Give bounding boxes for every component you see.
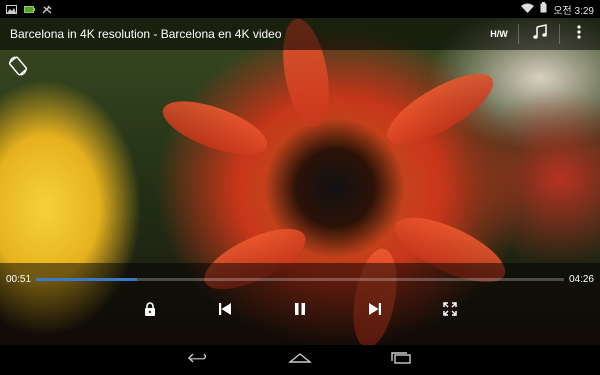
recents-button[interactable] [386,350,416,370]
pause-button[interactable] [288,298,312,324]
seek-bar[interactable] [36,278,564,281]
battery-saver-icon [24,5,35,14]
tool-icon [42,5,53,14]
more-options-button[interactable] [566,18,592,50]
back-icon [187,351,211,369]
previous-icon [218,302,232,321]
back-button[interactable] [184,350,214,370]
image-icon [6,4,17,14]
more-vert-icon [577,24,581,44]
status-bar: 오전 3:29 [0,0,600,18]
pause-icon [293,302,307,321]
music-note-icon [532,23,548,45]
lock-button[interactable] [138,298,162,324]
current-time: 00:51 [6,274,32,285]
rotate-button[interactable] [6,55,30,81]
fullscreen-icon [443,301,457,321]
video-title: Barcelona in 4K resolution - Barcelona e… [10,27,282,41]
next-button[interactable] [363,298,387,324]
hw-decoder-button[interactable]: H/W [484,18,514,50]
playback-controls: 00:51 04:26 [0,263,600,345]
music-button[interactable] [525,18,555,50]
previous-button[interactable] [213,298,237,324]
total-time: 04:26 [568,274,594,285]
divider [559,24,560,44]
wifi-icon [521,3,535,16]
divider [518,24,519,44]
clock: 오전 3:29 [553,5,594,17]
recents-icon [390,351,412,369]
fullscreen-button[interactable] [438,298,462,324]
next-icon [368,302,382,321]
home-button[interactable] [285,350,315,370]
lock-icon [144,301,156,321]
seek-progress [36,278,138,281]
battery-icon [540,2,547,16]
home-icon [288,351,312,369]
screen-rotation-icon [8,55,28,81]
navigation-bar [0,345,600,375]
